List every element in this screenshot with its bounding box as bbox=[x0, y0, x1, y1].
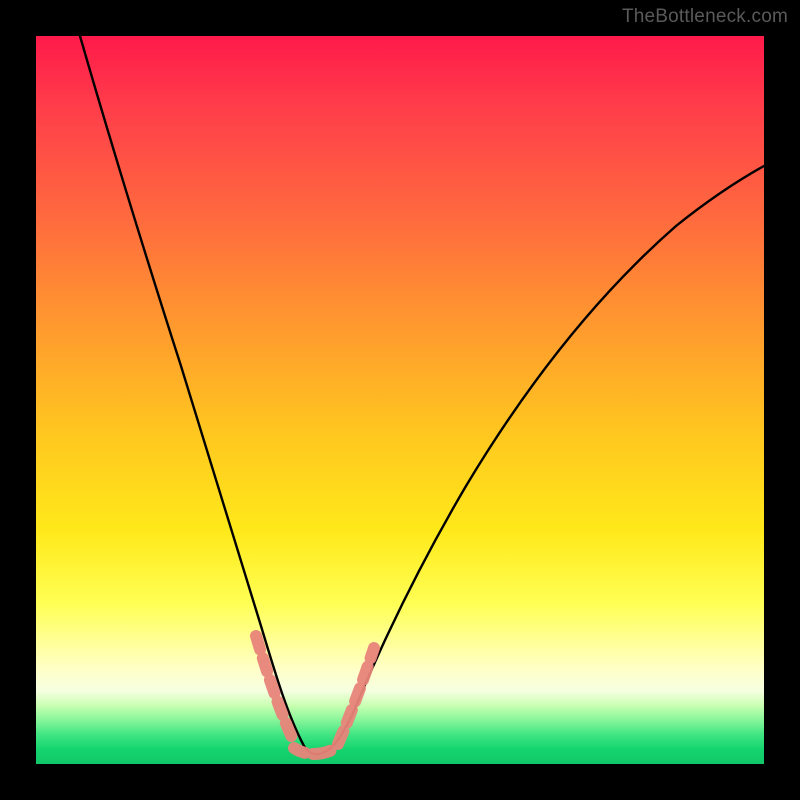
bead-cluster-right bbox=[338, 648, 374, 744]
chart-frame: TheBottleneck.com bbox=[0, 0, 800, 800]
curve-path bbox=[80, 36, 764, 754]
watermark-text: TheBottleneck.com bbox=[622, 6, 788, 28]
plot-area bbox=[36, 36, 764, 764]
bead-cluster-bottom bbox=[294, 748, 336, 754]
bead-cluster-left bbox=[256, 636, 294, 742]
bottleneck-curve bbox=[36, 36, 764, 764]
